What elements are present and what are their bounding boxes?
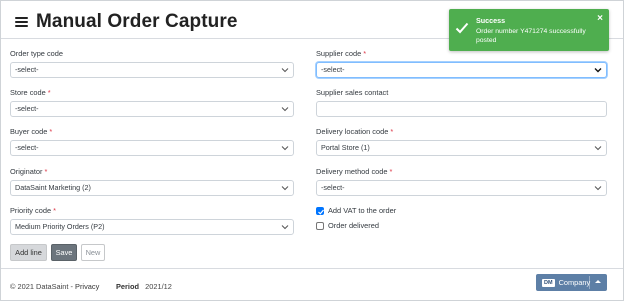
- store-select[interactable]: -select-: [10, 101, 294, 117]
- chevron-down-icon: [281, 225, 289, 230]
- originator-select[interactable]: DataSaint Marketing (2): [10, 180, 294, 196]
- app-window: Manual Order Capture Order type code -se…: [0, 0, 624, 301]
- success-toast: Success Order number Y471274 successfull…: [449, 9, 609, 51]
- store-field: Store code * -select-: [10, 88, 294, 117]
- checkmark-icon: [455, 22, 469, 34]
- required-marker: *: [44, 167, 48, 176]
- add-line-button[interactable]: Add line: [10, 244, 47, 261]
- priority-select[interactable]: Medium Priority Orders (P2): [10, 219, 294, 235]
- store-value: -select-: [15, 104, 39, 113]
- order-type-select[interactable]: -select-: [10, 62, 294, 78]
- chevron-down-icon: [594, 68, 602, 73]
- add-vat-checkbox-row[interactable]: Add VAT to the order: [316, 206, 396, 215]
- buyer-select[interactable]: -select-: [10, 140, 294, 156]
- supplier-label: Supplier code: [316, 49, 362, 58]
- chevron-down-icon: [281, 68, 289, 73]
- delivery-method-select[interactable]: -select-: [316, 180, 607, 196]
- delivery-location-label: Delivery location code: [316, 127, 389, 136]
- chevron-down-icon: [281, 186, 289, 191]
- originator-value: DataSaint Marketing (2): [15, 183, 91, 192]
- supplier-contact-label: Supplier sales contact: [316, 88, 389, 97]
- order-delivered-checkbox-row[interactable]: Order delivered: [316, 221, 379, 230]
- chevron-down-icon: [281, 107, 289, 112]
- buyer-label: Buyer code: [10, 127, 48, 136]
- store-label: Store code: [10, 88, 46, 97]
- supplier-select[interactable]: -select-: [316, 62, 607, 78]
- order-delivered-checkbox[interactable]: [316, 221, 324, 230]
- caret-up-icon[interactable]: [595, 280, 601, 283]
- company-button-divider: [589, 276, 590, 289]
- supplier-contact-field: Supplier sales contact: [316, 88, 607, 117]
- close-icon[interactable]: ×: [597, 13, 603, 24]
- required-marker: *: [389, 167, 393, 176]
- buyer-value: -select-: [15, 143, 39, 152]
- add-vat-checkbox[interactable]: [316, 206, 324, 215]
- required-marker: *: [47, 88, 51, 97]
- delivery-location-field: Delivery location code * Portal Store (1): [316, 127, 607, 156]
- copyright-text: © 2021 DataSaint -: [10, 282, 73, 291]
- chevron-down-icon: [281, 146, 289, 151]
- footer-period: Period 2021/12: [116, 282, 172, 291]
- dm-logo-icon: DM: [542, 278, 555, 287]
- order-type-label: Order type code: [10, 49, 63, 58]
- delivery-method-field: Delivery method code * -select-: [316, 167, 607, 196]
- footer-divider: [1, 268, 623, 269]
- originator-field: Originator * DataSaint Marketing (2): [10, 167, 294, 196]
- supplier-field: Supplier code * -select-: [316, 49, 607, 78]
- company-button[interactable]: DM Company: [536, 274, 607, 291]
- required-marker: *: [49, 127, 53, 136]
- priority-value: Medium Priority Orders (P2): [15, 222, 105, 231]
- new-button[interactable]: New: [81, 244, 105, 261]
- toast-title: Success: [476, 16, 506, 25]
- period-label: Period: [116, 282, 139, 291]
- menu-icon[interactable]: [15, 17, 28, 27]
- delivery-location-select[interactable]: Portal Store (1): [316, 140, 607, 156]
- order-type-value: -select-: [15, 65, 39, 74]
- delivery-method-value: -select-: [321, 183, 345, 192]
- required-marker: *: [363, 49, 367, 58]
- delivery-method-label: Delivery method code: [316, 167, 388, 176]
- privacy-link[interactable]: Privacy: [75, 282, 99, 291]
- chevron-down-icon: [594, 186, 602, 191]
- order-type-field: Order type code -select-: [10, 49, 294, 78]
- toast-message: Order number Y471274 successfully posted: [476, 28, 586, 44]
- priority-label: Priority code: [10, 206, 52, 215]
- checkmark-icon: [318, 209, 324, 215]
- originator-label: Originator: [10, 167, 43, 176]
- save-button[interactable]: Save: [51, 244, 77, 261]
- chevron-down-icon: [594, 146, 602, 151]
- footer-copyright: © 2021 DataSaint - Privacy: [10, 282, 99, 291]
- page-header: Manual Order Capture: [15, 9, 238, 35]
- page-title: Manual Order Capture: [36, 11, 238, 32]
- buyer-field: Buyer code * -select-: [10, 127, 294, 156]
- add-vat-label: Add VAT to the order: [328, 206, 397, 215]
- priority-field: Priority code * Medium Priority Orders (P…: [10, 206, 294, 235]
- required-marker: *: [53, 206, 56, 215]
- required-marker: *: [390, 127, 394, 136]
- company-label: Company: [558, 278, 591, 287]
- supplier-contact-input[interactable]: [316, 101, 607, 117]
- delivery-location-value: Portal Store (1): [321, 143, 370, 152]
- supplier-value: -select-: [321, 65, 345, 74]
- order-delivered-label: Order delivered: [328, 221, 379, 230]
- period-value: 2021/12: [145, 282, 172, 291]
